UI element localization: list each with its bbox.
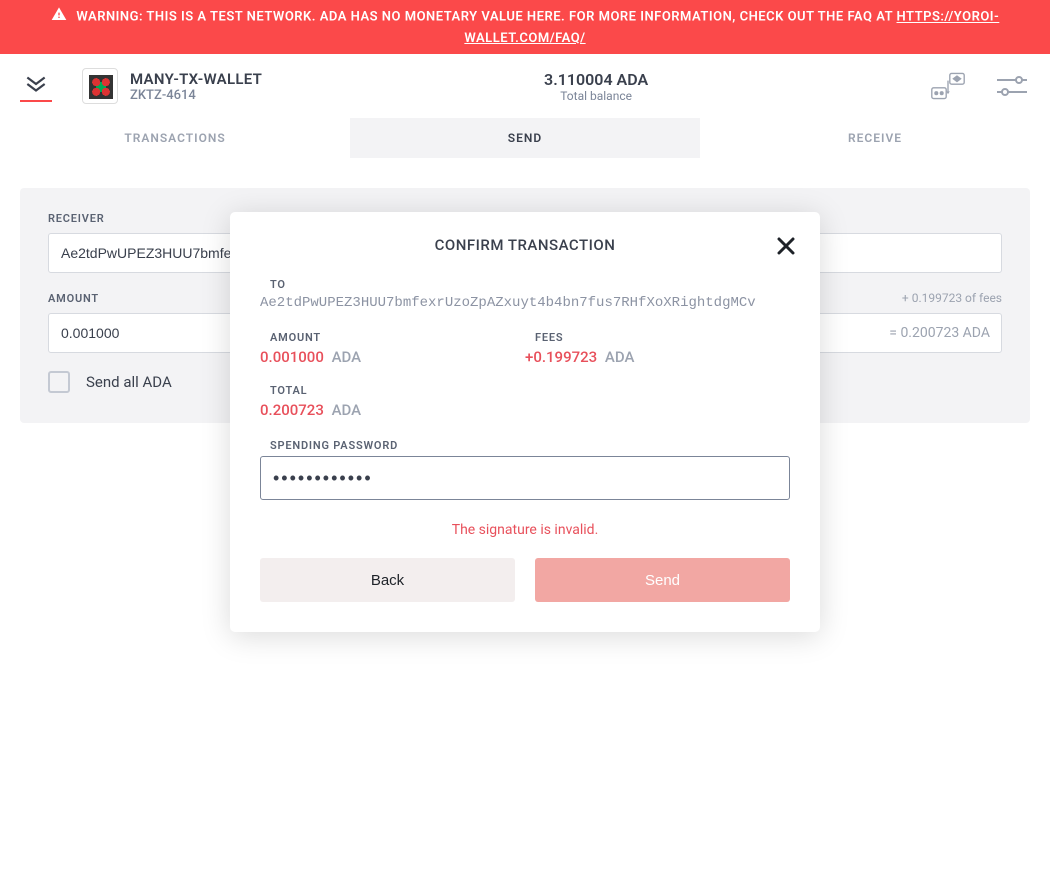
spending-password-input[interactable] [260,456,790,500]
close-icon[interactable] [772,232,800,260]
to-address: Ae2tdPwUPEZ3HUU7bmfexrUzoZpAZxuyt4b4bn7f… [260,295,790,311]
password-label: SPENDING PASSWORD [270,439,790,452]
modal-overlay: CONFIRM TRANSACTION TO Ae2tdPwUPEZ3HUU7b… [0,0,1050,888]
send-button[interactable]: Send [535,558,790,602]
modal-amount-value: 0.001000 [260,348,324,366]
modal-total-value: 0.200723 [260,401,324,419]
back-button[interactable]: Back [260,558,515,602]
modal-title: CONFIRM TRANSACTION [260,236,790,254]
modal-fees-value: +0.199723 [525,348,597,366]
modal-total-label: TOTAL [270,384,790,397]
modal-fees-currency: ADA [605,348,635,366]
modal-amount-label: AMOUNT [270,331,525,344]
to-label: TO [270,278,790,291]
modal-total-currency: ADA [332,401,362,419]
modal-amount-currency: ADA [332,348,362,366]
confirm-transaction-modal: CONFIRM TRANSACTION TO Ae2tdPwUPEZ3HUU7b… [230,212,820,632]
modal-fees-label: FEES [535,331,790,344]
error-message: The signature is invalid. [260,522,790,538]
